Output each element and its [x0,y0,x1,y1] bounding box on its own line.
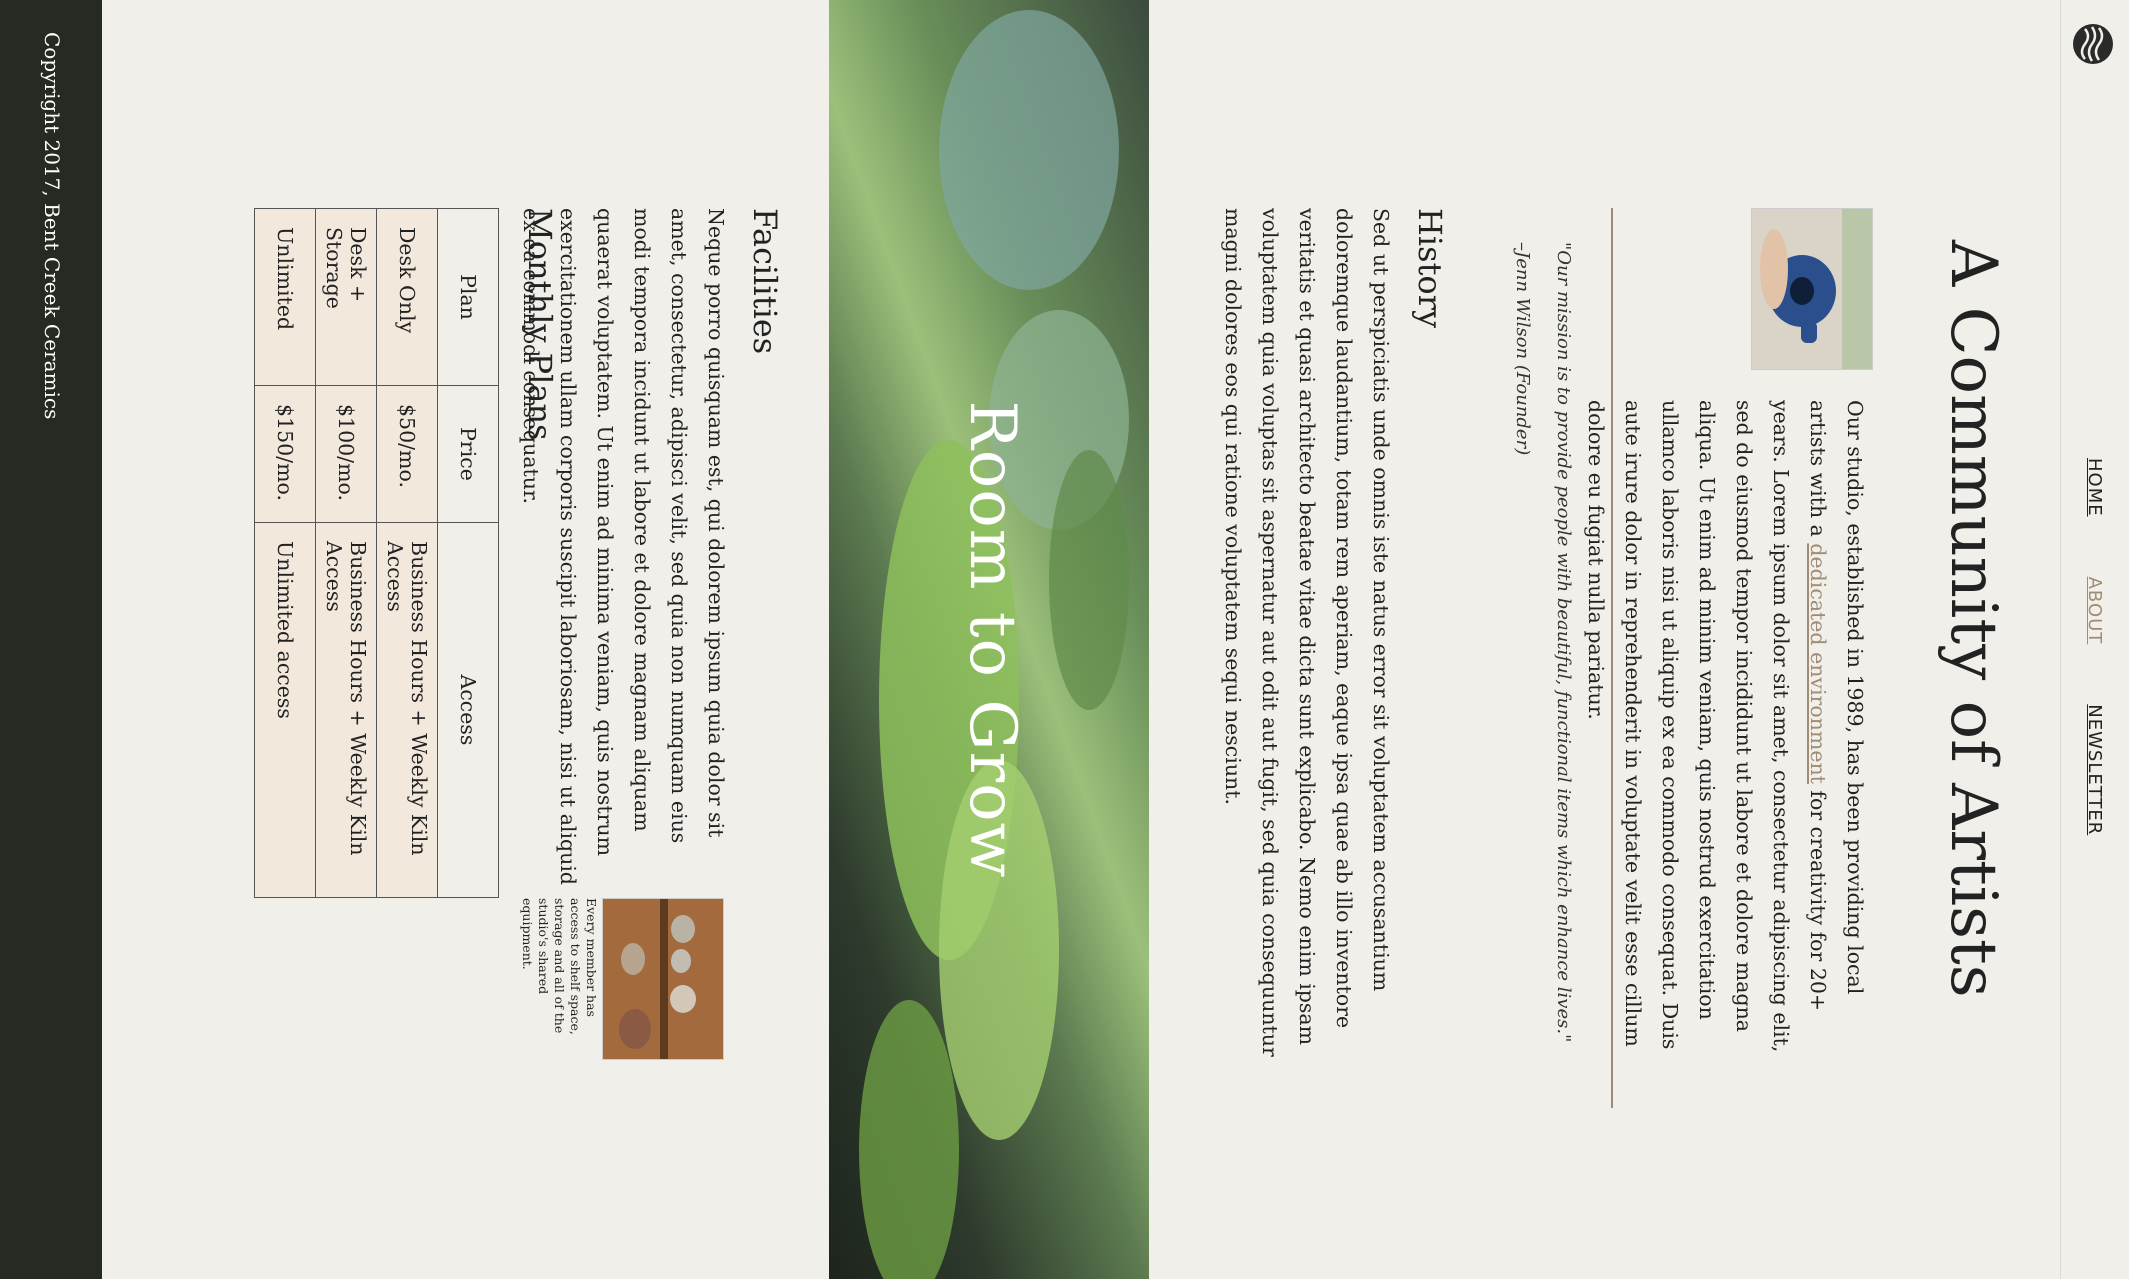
price-cell: $150/mo. [254,385,316,523]
page-title: A Community of Artists [1936,240,2010,998]
table-row: Desk Only $50/mo. Business Hours + Weekl… [376,208,438,898]
plan-cell: Desk + Storage [315,208,377,386]
access-cell: Business Hours + Weekly Kiln Access [376,522,438,898]
page: HOME ABOUT NEWSLETTER A Community of Art… [0,0,2129,1279]
quote-author: –Jenn Wilson (Founder) [1512,242,1533,456]
facilities-heading: Facilities [746,208,784,355]
history-heading: History [1411,208,1449,329]
logo-icon[interactable] [2071,22,2115,66]
nav-about-link[interactable]: ABOUT [2085,577,2106,645]
nav-newsletter-link[interactable]: NEWSLETTER [2085,704,2106,835]
access-cell: Unlimited access [254,522,316,898]
column-header-plan: Plan [437,208,499,386]
plans-table: Plan Price Access Desk Only $50/mo. Busi… [254,208,499,898]
history-text: Sed ut perspiciatis unde omnis iste natu… [1221,208,1393,1057]
site-header: HOME ABOUT NEWSLETTER [2060,0,2129,1279]
copyright-text: Copyright 2017, Bent Creek Ceramics [40,32,64,420]
dedicated-environment-link[interactable]: dedicated environment [1806,543,1830,783]
about-image [1751,208,1873,370]
intro-text-continued: for creativity for 20+ years. Lorem ipsu… [1584,400,1830,1053]
table-row: Desk + Storage $100/mo. Business Hours +… [315,208,377,898]
hero-title: Room to Grow [955,400,1029,879]
price-cell: $50/mo. [376,385,438,523]
plan-cell: Unlimited [254,208,316,386]
quote-text: "Our mission is to provide people with b… [1553,242,1574,1043]
access-cell: Business Hours + Weekly Kiln Access [315,522,377,898]
plan-cell: Desk Only [376,208,438,386]
column-header-price: Price [437,385,499,523]
founder-quote: "Our mission is to provide people with b… [1504,208,1613,1108]
hero-banner: Room to Grow [829,0,1149,1279]
price-cell: $100/mo. [315,385,377,523]
table-row: Unlimited $150/mo. Unlimited access [254,208,316,898]
table-header-row: Plan Price Access [437,208,499,898]
about-intro: Our studio, established in 1989, has bee… [1577,400,1873,1060]
facilities-caption: Every member has access to shelf space, … [520,898,599,1035]
main-nav: HOME ABOUT NEWSLETTER [2061,458,2129,835]
nav-home-link[interactable]: HOME [2085,458,2106,517]
studio-shelves-image [602,898,724,1060]
plans-heading: Monthly Plans [521,208,559,441]
column-header-access: Access [437,522,499,898]
site-footer: Copyright 2017, Bent Creek Ceramics [0,0,102,1279]
